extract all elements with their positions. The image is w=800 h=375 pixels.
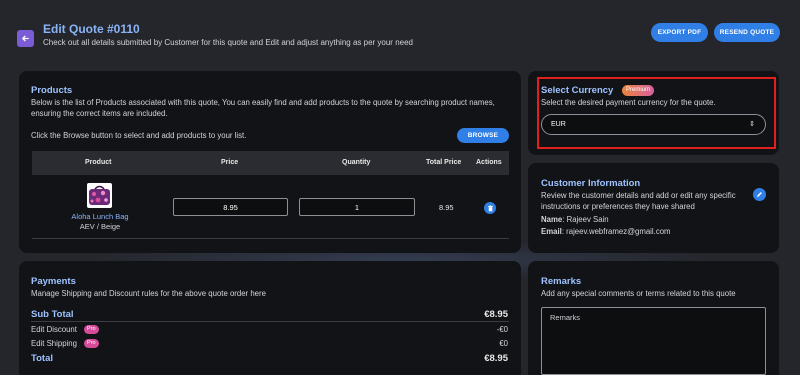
page-title: Edit Quote #0110	[43, 22, 140, 36]
remarks-textarea[interactable]	[541, 307, 766, 375]
customer-description: Review the customer details and add or e…	[541, 191, 736, 211]
customer-email-label: Email	[541, 227, 562, 236]
currency-description: Select the desired payment currency for …	[541, 98, 716, 107]
customer-name-value: : Rajeev Sain	[562, 215, 609, 224]
delete-product-button[interactable]	[484, 202, 496, 214]
products-description: Below is the list of Products associated…	[31, 98, 495, 118]
total-value: €8.95	[484, 353, 508, 364]
column-header-total-price: Total Price	[426, 159, 462, 166]
payments-divider	[31, 321, 509, 322]
table-row-divider	[32, 238, 509, 239]
column-header-product: Product	[85, 159, 112, 166]
customer-email-value: : rajeev.webframez@gmail.com	[561, 227, 671, 236]
back-arrow-icon	[22, 35, 29, 42]
discount-value: -€0	[496, 325, 508, 334]
quantity-input[interactable]	[299, 198, 415, 216]
page-subtitle: Check out all details submitted by Custo…	[43, 38, 413, 47]
chevron-updown-icon: ⇕	[749, 121, 755, 128]
products-title: Products	[31, 85, 73, 96]
trash-icon	[487, 204, 493, 211]
product-image[interactable]	[87, 183, 112, 208]
customer-name-row: Name: Rajeev Sain	[541, 214, 609, 225]
lunch-bag-image	[89, 185, 110, 205]
product-name-link[interactable]: Aloha Lunch Bag	[62, 212, 138, 221]
payments-card	[19, 261, 521, 375]
row-total-price: 8.95	[439, 203, 454, 212]
export-pdf-button[interactable]: EXPORT PDF	[651, 23, 708, 42]
customer-name-label: Name	[541, 215, 563, 224]
browse-hint: Click the Browse button to select and ad…	[31, 131, 247, 140]
total-label: Total	[31, 353, 53, 364]
customer-email-row: Email: rajeev.webframez@gmail.com	[541, 226, 671, 237]
column-header-quantity: Quantity	[342, 159, 371, 166]
back-button[interactable]	[17, 30, 34, 47]
shipping-pro-badge: Pro	[84, 339, 99, 348]
column-header-price: Price	[221, 159, 239, 166]
shipping-value: €0	[499, 339, 508, 348]
edit-discount-link[interactable]: Edit Discount	[31, 325, 77, 334]
column-header-actions: Actions	[476, 159, 502, 166]
subtotal-label: Sub Total	[31, 309, 74, 320]
remarks-title: Remarks	[541, 276, 582, 287]
edit-customer-button[interactable]	[753, 188, 766, 201]
products-table-header: Product Price Quantity Total Price Actio…	[32, 151, 509, 175]
discount-pro-badge: Pro	[84, 325, 99, 334]
premium-badge: Premium	[622, 85, 655, 96]
price-input[interactable]	[173, 198, 288, 216]
payments-description: Manage Shipping and Discount rules for t…	[31, 289, 266, 298]
pencil-icon	[757, 192, 762, 197]
customer-title: Customer Information	[541, 178, 641, 189]
currency-selected-value: EUR	[551, 121, 566, 128]
currency-title: Select Currency	[541, 85, 614, 96]
subtotal-value: €8.95	[484, 309, 508, 320]
edit-shipping-link[interactable]: Edit Shipping	[31, 339, 77, 348]
payments-title: Payments	[31, 276, 76, 287]
browse-button[interactable]: BROWSE	[457, 128, 509, 143]
resend-quote-button[interactable]: RESEND QUOTE	[714, 23, 780, 42]
remarks-description: Add any special comments or terms relate…	[541, 289, 736, 298]
currency-select[interactable]: EUR ⇕	[541, 114, 766, 135]
product-variant: AEV / Beige	[79, 222, 121, 231]
